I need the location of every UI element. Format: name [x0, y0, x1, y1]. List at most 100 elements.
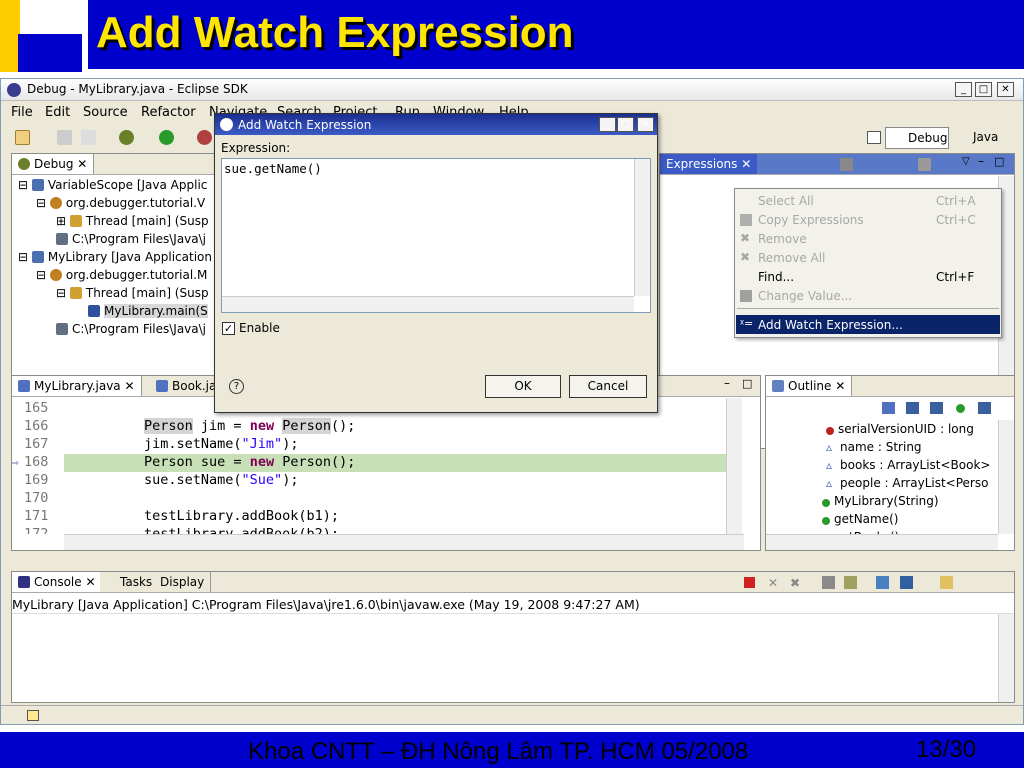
code-line: 167 jim.setName("Jim");	[24, 436, 299, 452]
tab-tasks[interactable]: Tasks	[100, 572, 160, 592]
slide-title: Add Watch Expression	[96, 8, 574, 57]
outline-item[interactable]: getName()	[822, 512, 898, 530]
outline-hscrollbar[interactable]	[766, 534, 998, 550]
thread-icon	[69, 215, 82, 227]
tree-item[interactable]: ⊟ org.debugger.tutorial.M	[36, 268, 207, 286]
dialog-title: Add Watch Expression	[238, 118, 372, 132]
tree-item[interactable]: ⊞ Thread [main] (Susp	[56, 214, 209, 232]
new-icon[interactable]	[15, 130, 30, 145]
tab-book-java[interactable]: Book.ja	[150, 376, 224, 396]
open-console-icon[interactable]	[940, 576, 953, 589]
display-console-icon[interactable]	[900, 576, 913, 589]
cancel-button[interactable]: Cancel	[569, 375, 647, 398]
outline-item[interactable]: ▵ people : ArrayList<Perso	[826, 476, 988, 494]
constructor-icon	[822, 499, 830, 507]
maximize-view-icon[interactable]: □	[742, 377, 752, 390]
stack-frame-icon	[88, 305, 100, 317]
tree-item[interactable]: ⊟ org.debugger.tutorial.V	[36, 196, 205, 214]
outline-item[interactable]: serialVersionUID : long	[826, 422, 974, 440]
code-line: 169 sue.setName("Sue");	[24, 472, 299, 488]
remove-launch-icon[interactable]: ✕	[768, 576, 778, 590]
console-vscrollbar[interactable]	[998, 614, 1014, 702]
outline-item[interactable]: ▵ books : ArrayList<Book>	[826, 458, 990, 476]
run-icon[interactable]	[159, 130, 174, 145]
terminal-icon	[56, 323, 68, 335]
tab-expressions[interactable]: Expressions ✕	[660, 154, 758, 174]
tab-debug[interactable]: Debug ✕	[12, 154, 95, 174]
tree-item[interactable]: C:\Program Files\Java\j	[56, 232, 206, 250]
minimize-view-icon[interactable]: –	[978, 154, 984, 168]
tree-item[interactable]: ⊟ VariableScope [Java Applic	[18, 178, 207, 196]
print-icon[interactable]	[81, 130, 96, 145]
tree-item[interactable]: ⊟ MyLibrary [Java Application	[18, 250, 212, 268]
stack-frame-selected[interactable]: MyLibrary.main(S	[88, 304, 208, 322]
code-line: 166 Person jim = new Person();	[24, 418, 356, 434]
help-icon[interactable]: ?	[229, 379, 244, 394]
sort-icon[interactable]	[882, 402, 895, 414]
save-icon[interactable]	[57, 130, 72, 145]
open-perspective-icon[interactable]	[867, 131, 881, 144]
menu-item-remove-all[interactable]: ✖ Remove All	[736, 248, 1000, 267]
enable-checkbox[interactable]: ✓	[222, 322, 235, 335]
menu-source[interactable]: Source	[83, 105, 128, 120]
perspective-java[interactable]: Java	[955, 130, 998, 144]
process-icon	[49, 269, 62, 281]
minimize-view-icon[interactable]: –	[724, 376, 730, 390]
dialog-minimize-button[interactable]: _	[599, 117, 616, 132]
eclipse-icon	[7, 83, 21, 97]
view-menu-icon[interactable]: ▽	[962, 156, 970, 167]
terminate-icon[interactable]	[744, 577, 755, 588]
remove-icon: ✖	[740, 231, 751, 245]
clear-console-icon[interactable]	[844, 576, 857, 589]
minimize-button[interactable]: _	[955, 82, 972, 97]
outline-item[interactable]: ▵ name : String	[826, 440, 922, 458]
textarea-hscrollbar[interactable]	[222, 296, 634, 312]
perspective-debug[interactable]: Debug	[885, 127, 949, 149]
tree-item[interactable]: C:\Program Files\Java\j	[56, 322, 206, 340]
maximize-button[interactable]: □	[975, 82, 992, 97]
outline-vscrollbar[interactable]	[998, 420, 1014, 534]
scroll-lock-icon[interactable]	[822, 576, 835, 589]
tree-item[interactable]: ⊟ Thread [main] (Susp	[56, 286, 209, 304]
maximize-view-icon[interactable]: □	[994, 155, 1004, 168]
menu-item-find[interactable]: Find... Ctrl+F	[736, 267, 1000, 286]
code-line: 170	[24, 490, 49, 506]
tab-mylibrary-java[interactable]: MyLibrary.java ✕	[12, 376, 142, 396]
tab-console[interactable]: Console ✕	[12, 572, 103, 592]
tab-outline[interactable]: Outline ✕	[766, 376, 853, 396]
collapse-all-icon[interactable]	[840, 158, 853, 171]
menu-item-change-value[interactable]: Change Value...	[736, 286, 1000, 305]
menu-item-remove[interactable]: ✖ Remove	[736, 229, 1000, 248]
external-tools-icon[interactable]	[197, 130, 212, 145]
editor-vscrollbar[interactable]	[726, 398, 742, 534]
textarea-vscrollbar[interactable]	[634, 159, 650, 296]
remove-all-icon[interactable]	[918, 158, 931, 171]
expression-textarea[interactable]: sue.getName()	[221, 158, 651, 313]
menu-edit[interactable]: Edit	[45, 105, 70, 120]
pin-console-icon[interactable]	[876, 576, 889, 589]
menu-refactor[interactable]: Refactor	[141, 105, 196, 120]
add-watch-expression-dialog: Add Watch Expression _ □ ✕ Expression: s…	[214, 113, 658, 413]
code-body[interactable]: 165 166 Person jim = new Person(); 167 jim…	[12, 400, 726, 534]
remove-all-launches-icon[interactable]: ✖	[790, 576, 800, 590]
editor-hscrollbar[interactable]	[64, 534, 744, 550]
debug-icon[interactable]	[119, 130, 134, 145]
fast-view-icon[interactable]	[27, 710, 39, 721]
tab-display[interactable]: Display	[154, 572, 212, 592]
hide-local-types-icon[interactable]	[978, 402, 991, 414]
dialog-maximize-button[interactable]: □	[617, 117, 634, 132]
dialog-close-button[interactable]: ✕	[637, 117, 654, 132]
outline-item[interactable]: MyLibrary(String)	[822, 494, 939, 512]
hide-nonpublic-icon[interactable]	[956, 404, 965, 413]
menu-separator	[737, 308, 999, 309]
eclipse-icon	[220, 118, 233, 131]
menu-item-copy-expressions[interactable]: Copy Expressions Ctrl+C	[736, 210, 1000, 229]
menu-item-select-all[interactable]: Select All Ctrl+A	[736, 191, 1000, 210]
ok-button[interactable]: OK	[485, 375, 561, 398]
remove-all-icon: ✖	[740, 250, 751, 264]
hide-fields-icon[interactable]	[906, 402, 919, 414]
close-button[interactable]: ✕	[997, 82, 1014, 97]
menu-file[interactable]: File	[11, 105, 33, 120]
menu-item-add-watch-expression[interactable]: ᵡ= Add Watch Expression...	[736, 315, 1000, 334]
hide-static-icon[interactable]	[930, 402, 943, 414]
